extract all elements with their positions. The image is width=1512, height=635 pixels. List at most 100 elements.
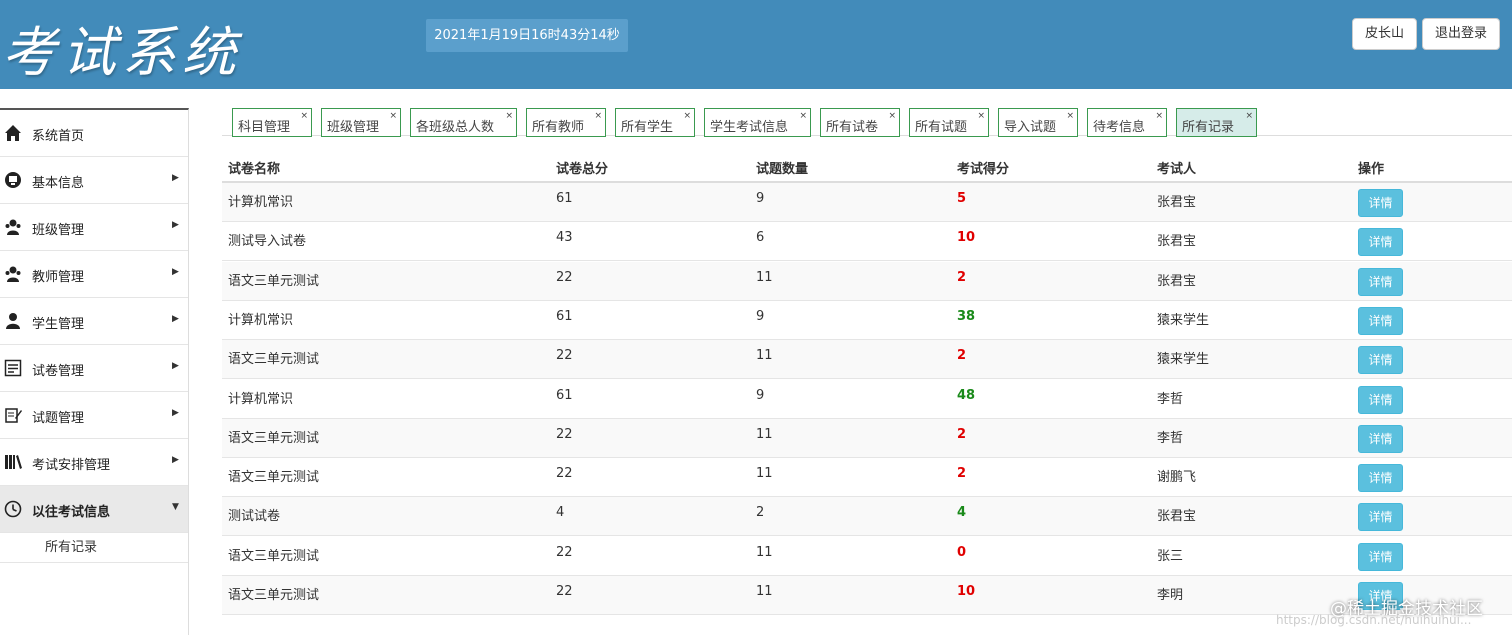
sidebar-item-label: 教师管理 [32, 270, 85, 285]
cell-examinee: 猿来学生 [1157, 352, 1210, 368]
users-icon [5, 219, 21, 235]
sidebar-subitem-all-records[interactable]: 所有记录 [0, 533, 188, 563]
cell-exam-score: 10 [957, 230, 976, 246]
cell-paper-name: 语文三单元测试 [228, 548, 320, 564]
cell-examinee: 李哲 [1157, 391, 1184, 407]
sidebar-item-label: 系统首页 [32, 129, 85, 144]
tab-class-management[interactable]: 班级管理 × [321, 108, 401, 137]
sidebar-item-label: 试题管理 [32, 411, 85, 426]
detail-button[interactable]: 详情 [1358, 306, 1403, 335]
tab-all-records[interactable]: 所有记录 × [1176, 108, 1257, 137]
close-icon[interactable]: × [389, 111, 397, 121]
tab-label: 学生考试信息 [710, 120, 789, 135]
sidebar-item-label: 班级管理 [32, 223, 85, 238]
column-header-question-count: 试题数量 [756, 162, 809, 177]
app-logo: 考试系统 [2, 21, 242, 84]
close-icon[interactable]: × [1066, 111, 1074, 121]
detail-button[interactable]: 详情 [1358, 346, 1403, 375]
sidebar-item-paper-management[interactable]: 试卷管理 ▶ [0, 345, 188, 392]
tab-class-headcount[interactable]: 各班级总人数 × [410, 108, 517, 137]
cell-question-count: 11 [756, 544, 773, 560]
edit-icon [5, 408, 22, 423]
cell-exam-score: 5 [957, 191, 967, 206]
tab-all-papers[interactable]: 所有试卷 × [820, 108, 900, 137]
cell-paper-total: 22 [556, 269, 573, 285]
chevron-right-icon: ▶ [172, 220, 179, 230]
home-icon [5, 125, 21, 141]
close-icon[interactable]: × [505, 111, 513, 121]
cell-question-count: 2 [756, 505, 765, 521]
table-row: 计算机常识 61 9 38 猿来学生 详情 [222, 301, 1512, 340]
sidebar-item-past-exams[interactable]: 以往考试信息 ▼ [0, 486, 188, 533]
cell-paper-total: 22 [556, 348, 573, 364]
sidebar-item-teacher-management[interactable]: 教师管理 ▶ [0, 251, 188, 298]
table-row: 语文三单元测试 22 11 2 谢鹏飞 详情 [222, 458, 1512, 498]
cell-question-count: 11 [756, 584, 773, 599]
tab-all-teachers[interactable]: 所有教师 × [526, 108, 606, 137]
sidebar-item-home[interactable]: 系统首页 [0, 110, 188, 157]
sidebar-item-basic-info[interactable]: 基本信息 ▶ [0, 157, 188, 204]
sidebar-item-student-management[interactable]: 学生管理 ▶ [0, 298, 188, 345]
cell-examinee: 张君宝 [1157, 195, 1197, 210]
detail-button[interactable]: 详情 [1358, 424, 1403, 453]
close-icon[interactable]: × [977, 111, 985, 121]
cell-paper-total: 22 [556, 584, 573, 599]
close-icon[interactable]: × [594, 111, 602, 121]
tab-label: 待考信息 [1093, 120, 1146, 135]
close-icon[interactable]: × [888, 111, 896, 121]
tab-label: 各班级总人数 [416, 120, 495, 135]
table-row: 测试导入试卷 43 6 10 张君宝 详情 [222, 222, 1512, 262]
table-row: 语文三单元测试 22 11 2 猿来学生 详情 [222, 340, 1512, 380]
tab-label: 导入试题 [1004, 120, 1057, 135]
sidebar-item-label: 考试安排管理 [32, 458, 111, 473]
table-row: 测试试卷 4 2 4 张君宝 详情 [222, 497, 1512, 537]
cell-exam-score: 10 [957, 584, 976, 599]
cell-exam-score: 2 [957, 466, 967, 482]
close-icon[interactable]: × [683, 111, 691, 121]
cell-paper-name: 计算机常识 [228, 391, 294, 407]
table-row: 语文三单元测试 22 11 2 张君宝 详情 [222, 261, 1512, 301]
tab-all-questions[interactable]: 所有试题 × [909, 108, 989, 137]
cell-question-count: 11 [756, 269, 773, 285]
cell-paper-total: 61 [556, 387, 573, 403]
detail-button[interactable]: 详情 [1358, 503, 1403, 532]
cell-examinee: 李明 [1157, 588, 1184, 603]
table-row: 计算机常识 61 9 48 李哲 详情 [222, 380, 1512, 419]
user-button[interactable]: 皮长山 [1352, 18, 1417, 50]
cell-examinee: 张君宝 [1157, 234, 1197, 250]
tab-pending-exams[interactable]: 待考信息 × [1087, 108, 1167, 137]
tab-all-students[interactable]: 所有学生 × [615, 108, 695, 137]
logout-button[interactable]: 退出登录 [1422, 18, 1500, 50]
tab-label: 所有试题 [915, 120, 968, 135]
sidebar-item-question-management[interactable]: 试题管理 ▶ [0, 392, 188, 439]
close-icon[interactable]: × [300, 111, 308, 121]
close-icon[interactable]: × [799, 111, 807, 121]
cell-paper-name: 计算机常识 [228, 195, 294, 210]
detail-button[interactable]: 详情 [1358, 385, 1403, 414]
cell-paper-total: 61 [556, 191, 573, 206]
cell-exam-score: 2 [957, 269, 967, 285]
tab-import-questions[interactable]: 导入试题 × [998, 108, 1078, 137]
cell-examinee: 张君宝 [1157, 273, 1197, 289]
sidebar-item-exam-schedule[interactable]: 考试安排管理 ▶ [0, 439, 188, 486]
sidebar-item-class-management[interactable]: 班级管理 ▶ [0, 204, 188, 251]
cell-examinee: 张君宝 [1157, 509, 1197, 525]
sidebar-item-label: 基本信息 [32, 176, 85, 191]
tab-student-exam-info[interactable]: 学生考试信息 × [704, 108, 811, 137]
sidebar-item-label: 学生管理 [32, 317, 85, 332]
cell-question-count: 9 [756, 387, 765, 403]
chevron-right-icon: ▶ [172, 173, 179, 183]
detail-button[interactable]: 详情 [1358, 189, 1403, 217]
tab-label: 所有试卷 [826, 120, 879, 135]
detail-button[interactable]: 详情 [1358, 228, 1403, 257]
cell-examinee: 谢鹏飞 [1157, 470, 1197, 486]
detail-button[interactable]: 详情 [1358, 267, 1403, 296]
close-icon[interactable]: × [1155, 111, 1163, 121]
detail-button[interactable]: 详情 [1358, 542, 1403, 571]
chevron-right-icon: ▶ [172, 408, 179, 418]
cell-paper-name: 语文三单元测试 [228, 470, 320, 486]
cell-exam-score: 2 [957, 426, 967, 442]
detail-button[interactable]: 详情 [1358, 464, 1403, 493]
tab-subject-management[interactable]: 科目管理 × [232, 108, 312, 137]
close-icon[interactable]: × [1245, 111, 1253, 121]
